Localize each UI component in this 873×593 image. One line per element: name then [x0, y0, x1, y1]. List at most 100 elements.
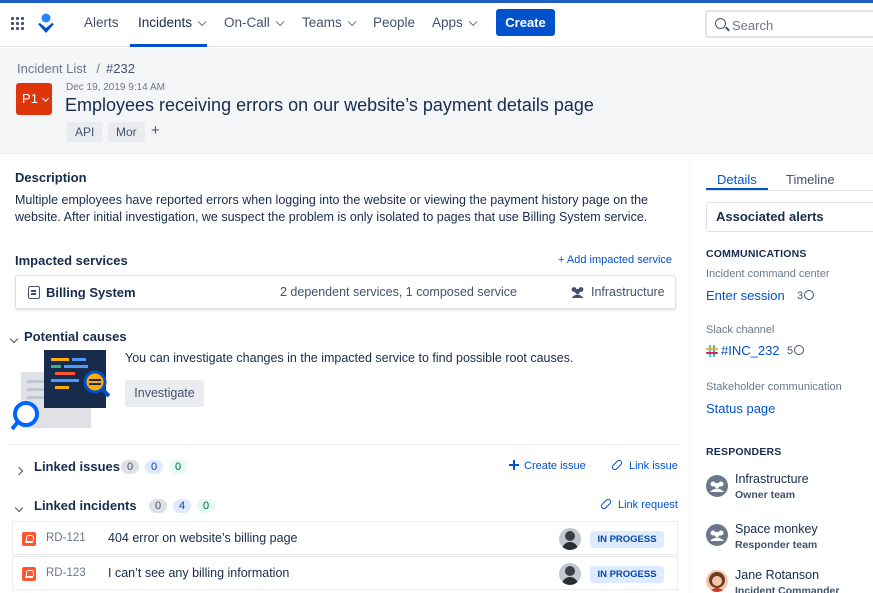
stakeholder-label: Stakeholder communication	[706, 381, 842, 393]
search-icon	[715, 18, 726, 29]
avatar[interactable]	[559, 528, 581, 550]
tag-api[interactable]: API	[67, 122, 103, 142]
icc-label: Incident command center	[706, 268, 830, 280]
avatar[interactable]	[559, 563, 581, 585]
table-row[interactable]: RD-123 I can’t see any billing informati…	[12, 556, 678, 590]
search-box[interactable]	[705, 10, 873, 38]
search-input[interactable]	[732, 16, 872, 34]
potential-causes-toggle[interactable]	[9, 330, 19, 345]
service-icon	[28, 286, 40, 299]
incident-type-icon	[22, 567, 36, 581]
service-team: Infrastructure	[591, 285, 665, 299]
service-name: Billing System	[46, 285, 136, 300]
linked-issues-heading[interactable]: Linked issues	[34, 459, 120, 474]
team-avatar-icon	[706, 524, 728, 546]
chevron-down-icon	[347, 17, 357, 27]
incident-key[interactable]: RD-123	[46, 567, 86, 579]
chevron-down-icon	[14, 503, 24, 513]
slack-label: Slack channel	[706, 324, 775, 336]
page-title[interactable]: Employees receiving errors on our websit…	[65, 95, 594, 116]
enter-session-link[interactable]: Enter session	[706, 288, 785, 303]
incident-type-icon	[22, 532, 36, 546]
link-issue-link[interactable]: Link issue	[610, 458, 678, 472]
tab-details[interactable]: Details	[717, 172, 757, 187]
add-tag-button[interactable]: +	[151, 122, 160, 139]
plus-icon	[509, 460, 519, 470]
table-row[interactable]: RD-121 404 error on website’s billing pa…	[12, 521, 678, 555]
linked-issues-count-inprogress: 0	[145, 460, 163, 474]
create-button[interactable]: Create	[496, 9, 555, 36]
service-dependencies: 2 dependent services, 1 composed service	[280, 285, 517, 299]
chevron-down-icon	[275, 17, 285, 27]
incident-key[interactable]: RD-121	[46, 532, 86, 544]
linked-issues-count-done: 0	[169, 460, 187, 474]
responder-role: Incident Commander	[735, 585, 840, 593]
slack-icon	[706, 345, 718, 357]
tab-timeline[interactable]: Timeline	[786, 172, 835, 187]
communications-heading: COMMUNICATIONS	[706, 248, 807, 260]
status-badge[interactable]: IN PROGESS	[590, 566, 664, 583]
slack-member-count: 5	[787, 345, 805, 357]
app-switcher-icon[interactable]	[11, 17, 25, 31]
avatar[interactable]	[706, 570, 728, 592]
link-icon	[610, 458, 624, 472]
responder-role: Responder team	[735, 539, 818, 551]
breadcrumb: Incident List / #232	[17, 61, 135, 76]
impacted-services-heading: Impacted services	[15, 253, 128, 268]
priority-selector[interactable]: P1	[16, 83, 52, 115]
nav-item-alerts[interactable]: Alerts	[84, 15, 119, 30]
nav-item-incidents[interactable]: Incidents	[138, 15, 207, 30]
add-impacted-service-link[interactable]: + Add impacted service	[558, 254, 672, 266]
chevron-down-icon	[468, 17, 478, 27]
icc-participant-count: 3	[797, 290, 815, 302]
incident-summary[interactable]: I can’t see any billing information	[108, 566, 289, 580]
linked-incidents-count-inprogress: 4	[173, 499, 191, 513]
investigate-illustration	[11, 350, 111, 431]
potential-causes-text: You can investigate changes in the impac…	[125, 351, 574, 365]
responder-role: Owner team	[735, 489, 796, 501]
breadcrumb-incident-id: #232	[106, 61, 135, 76]
potential-causes-heading[interactable]: Potential causes	[24, 329, 127, 344]
chevron-right-icon	[14, 466, 24, 476]
team-avatar-icon	[706, 475, 728, 497]
breadcrumb-incident-list[interactable]: Incident List	[17, 61, 86, 76]
linked-incidents-toggle[interactable]	[14, 499, 24, 514]
responder-name[interactable]: Infrastructure	[735, 472, 809, 486]
link-request-link[interactable]: Link request	[599, 497, 678, 511]
nav-item-apps[interactable]: Apps	[432, 15, 478, 30]
status-page-link[interactable]: Status page	[706, 401, 775, 416]
person-icon	[804, 290, 815, 300]
associated-alerts-button[interactable]: Associated alerts	[706, 202, 873, 232]
person-icon	[794, 345, 805, 355]
responder-name[interactable]: Space monkey	[735, 522, 818, 536]
slack-channel-link[interactable]: #INC_232	[721, 343, 780, 358]
incident-header: Incident List / #232 P1 Dec 19, 2019 9:14 …	[0, 48, 873, 154]
top-navigation: Alerts Incidents On-Call Teams People Ap…	[0, 3, 873, 47]
link-icon	[599, 497, 613, 511]
chevron-down-icon	[9, 334, 19, 344]
nav-item-on-call[interactable]: On-Call	[224, 15, 285, 30]
team-icon	[571, 287, 584, 298]
impacted-service-card[interactable]: Billing System 2 dependent services, 1 c…	[15, 275, 676, 309]
description-text[interactable]: Multiple employees have reported errors …	[15, 192, 685, 226]
status-badge[interactable]: IN PROGESS	[590, 531, 664, 548]
tag-mor[interactable]: Mor	[108, 122, 145, 142]
responders-heading: RESPONDERS	[706, 446, 782, 458]
section-divider	[10, 444, 678, 445]
incident-summary[interactable]: 404 error on website’s billing page	[108, 531, 297, 545]
create-issue-link[interactable]: Create issue	[509, 460, 586, 472]
nav-item-people[interactable]: People	[373, 15, 415, 30]
responder-name[interactable]: Jane Rotanson	[735, 568, 819, 582]
nav-item-teams[interactable]: Teams	[302, 15, 357, 30]
chevron-down-icon	[42, 94, 50, 102]
linked-issues-toggle[interactable]	[14, 462, 24, 477]
incident-date: Dec 19, 2019 9:14 AM	[66, 82, 165, 93]
chevron-down-icon	[197, 17, 207, 27]
linked-incidents-count-todo: 0	[149, 499, 167, 513]
opsgenie-logo-icon[interactable]	[37, 13, 55, 35]
linked-incidents-heading[interactable]: Linked incidents	[34, 498, 137, 513]
tab-baseline	[706, 190, 873, 191]
investigate-button[interactable]: Investigate	[125, 380, 204, 407]
linked-issues-count-todo: 0	[121, 460, 139, 474]
active-nav-indicator	[130, 44, 207, 47]
